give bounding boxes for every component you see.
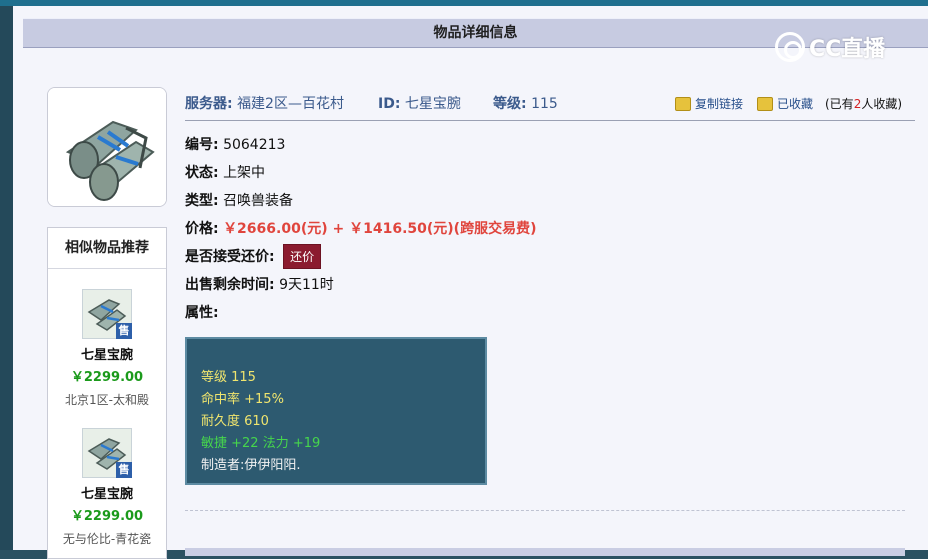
sale-badge: 售 xyxy=(116,323,132,339)
attr-label: 属性: xyxy=(185,305,219,321)
similar-item-price: ￥2299.00 xyxy=(70,370,144,385)
similar-item-name[interactable]: 七星宝腕 xyxy=(48,344,166,363)
type-label: 类型: xyxy=(185,193,219,209)
item-header: 服务器: 福建2区—百花村 ID: 七星宝腕 等级: 115 复制链接 已收藏 … xyxy=(185,90,915,121)
status-value: 上架中 xyxy=(223,165,266,181)
attr-durability: 耐久度 610 xyxy=(201,414,269,429)
watermark-logo: CC直播 xyxy=(775,31,885,63)
code-row: 编号: 5064213 xyxy=(185,134,285,154)
similar-item-price: ￥2299.00 xyxy=(70,509,144,524)
remain-row: 出售剩余时间: 9天11时 xyxy=(185,274,334,294)
item-image xyxy=(47,87,167,207)
similar-item-server: 无与伦比-青花瓷 xyxy=(62,532,152,546)
level-value: 115 xyxy=(531,96,558,112)
similar-item-thumbnail[interactable]: 售 xyxy=(82,289,132,339)
code-value: 5064213 xyxy=(223,137,286,153)
bargain-button[interactable]: 还价 xyxy=(283,244,322,269)
attr-level: 等级 115 xyxy=(201,370,256,385)
bargain-label: 是否接受还价: xyxy=(185,249,275,265)
left-frame xyxy=(0,6,13,550)
attr-hit-rate: 命中率 +15% xyxy=(201,392,284,407)
bracer-item-icon xyxy=(48,88,166,206)
attr-stats: 敏捷 +22 法力 +19 xyxy=(201,436,321,451)
server-info: 服务器: 福建2区—百花村 xyxy=(185,93,344,113)
fav-prefix: (已有 xyxy=(825,97,854,111)
attribute-box: 等级 115 命中率 +15% 耐久度 610 敏捷 +22 法力 +19 制造… xyxy=(185,337,487,485)
copy-link-icon xyxy=(675,96,691,111)
copy-link-label: 复制链接 xyxy=(695,97,744,111)
remain-value: 9天11时 xyxy=(279,277,334,293)
level-info: 等级: 115 xyxy=(493,93,558,113)
type-row: 类型: 召唤兽装备 xyxy=(185,190,293,210)
remain-label: 出售剩余时间: xyxy=(185,277,275,293)
similar-items-panel: 相似物品推荐 售 七星宝腕 ￥2299.00 北京1区-太和殿 售 七星宝腕 ￥… xyxy=(47,227,167,559)
level-label: 等级: xyxy=(493,96,527,112)
similar-item[interactable]: 售 七星宝腕 ￥2299.00 无与伦比-青花瓷 xyxy=(48,428,166,547)
server-value: 福建2区—百花村 xyxy=(237,96,344,112)
detail-panel: 物品详细信息 CC直播 相似物品推荐 售 七星宝腕 ￥2299.00 北京1区-… xyxy=(13,6,928,559)
status-row: 状态: 上架中 xyxy=(185,162,265,182)
favorite-icon xyxy=(757,96,773,111)
similar-item-thumbnail[interactable]: 售 xyxy=(82,428,132,478)
attr-maker: 制造者:伊伊阳阳. xyxy=(201,458,301,473)
copy-link-button[interactable]: 复制链接 xyxy=(675,95,743,112)
cc-logo-icon xyxy=(775,32,805,62)
similar-item-server: 北京1区-太和殿 xyxy=(65,393,149,407)
favorite-count-note: (已有2人收藏) xyxy=(825,95,902,112)
bottom-bar xyxy=(185,548,905,556)
divider xyxy=(185,510,905,511)
id-label: ID: xyxy=(378,96,401,112)
similar-item-name[interactable]: 七星宝腕 xyxy=(48,483,166,502)
favorite-button[interactable]: 已收藏 xyxy=(757,95,813,112)
type-value: 召唤兽装备 xyxy=(223,193,294,209)
similar-items-title: 相似物品推荐 xyxy=(48,228,166,269)
bargain-row: 是否接受还价: 还价 xyxy=(185,244,322,269)
server-label: 服务器: xyxy=(185,96,233,112)
favorite-label: 已收藏 xyxy=(777,97,814,111)
sale-badge: 售 xyxy=(116,462,132,478)
attr-row: 属性: xyxy=(185,302,219,322)
watermark-text: CC直播 xyxy=(809,37,886,62)
similar-item[interactable]: 售 七星宝腕 ￥2299.00 北京1区-太和殿 xyxy=(48,289,166,408)
status-label: 状态: xyxy=(185,165,219,181)
id-value: 七星宝腕 xyxy=(404,96,461,112)
id-info: ID: 七星宝腕 xyxy=(378,93,461,113)
price-row: 价格: ￥2666.00(元) + ￥1416.50(元)(跨服交易费) xyxy=(185,218,536,238)
price-value: ￥2666.00(元) + ￥1416.50(元)(跨服交易费) xyxy=(223,221,537,237)
fav-suffix: 人收藏) xyxy=(861,97,903,111)
code-label: 编号: xyxy=(185,137,219,153)
price-label: 价格: xyxy=(185,221,219,237)
